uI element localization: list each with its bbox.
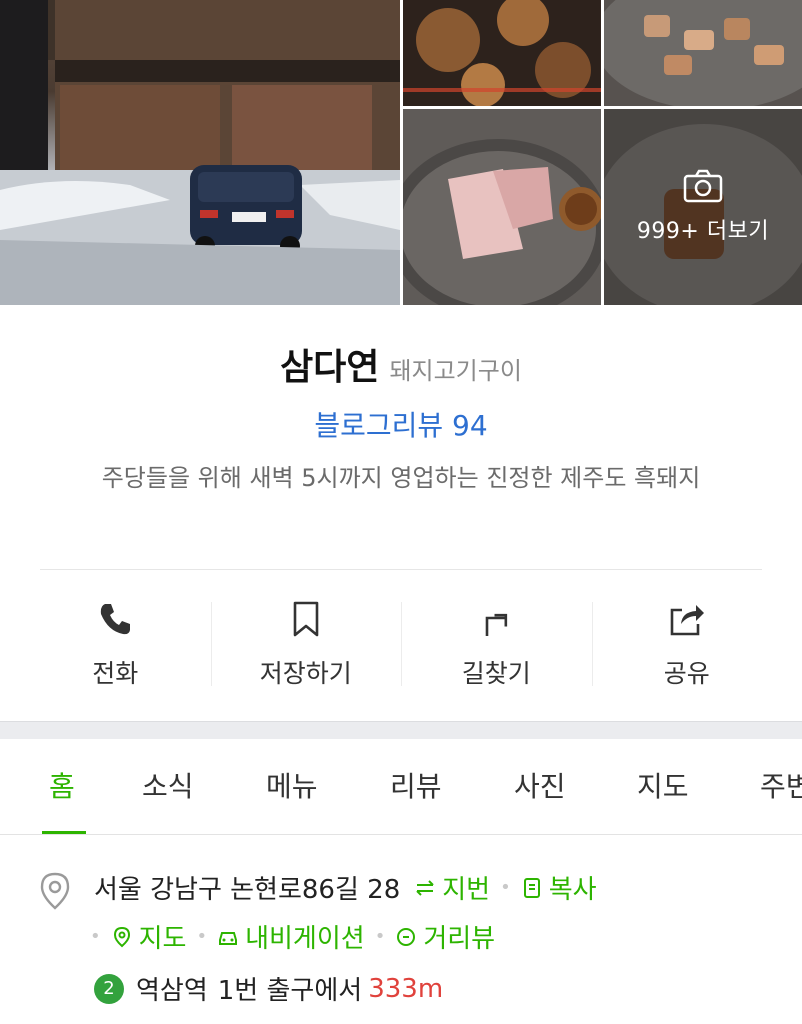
grilled-meat-photo[interactable] xyxy=(403,0,601,106)
call-button[interactable]: 전화 xyxy=(20,570,211,720)
jibun-toggle[interactable]: 지번 xyxy=(414,869,490,906)
swap-icon xyxy=(416,879,434,896)
subway-row: 2 역삼역 1번 출구에서 333m xyxy=(94,970,443,1007)
restaurant-exterior-photo[interactable] xyxy=(0,0,400,305)
more-photos-label: 999+ 더보기 xyxy=(636,219,770,244)
address-text: 서울 강남구 논현로86길 28 xyxy=(94,875,401,905)
directions-icon xyxy=(485,613,508,636)
separator-dot: • xyxy=(196,926,208,947)
car-icon xyxy=(219,931,238,945)
map-link[interactable]: 지도 xyxy=(111,918,187,955)
photo-gallery: 999+ 더보기 xyxy=(0,0,802,305)
navigation-label: 내비게이션 xyxy=(245,924,365,954)
subway-line-badge: 2 xyxy=(94,973,124,1004)
street-view-label: 거리뷰 xyxy=(423,924,496,954)
copy-icon xyxy=(523,877,540,898)
action-bar: 전화 저장하기 길찾기 공유 xyxy=(20,570,782,720)
copy-address-button[interactable]: 복사 xyxy=(521,869,597,906)
place-category: 돼지고기구이 xyxy=(389,357,522,385)
place-name: 삼다연 xyxy=(280,347,380,388)
separator-dot: • xyxy=(500,877,511,898)
street-view-icon xyxy=(397,927,416,946)
distance-value: 333m xyxy=(368,973,444,1004)
map-pin-icon xyxy=(113,926,130,947)
place-description: 주당들을 위해 새벽 5시까지 영업하는 진정한 제주도 흑돼지 xyxy=(101,464,701,492)
exit-text: 1번 출구에서 xyxy=(217,976,363,1006)
share-button[interactable]: 공유 xyxy=(591,570,783,720)
pork-on-grill-photo[interactable] xyxy=(604,0,802,106)
place-title-row: 삼다연 돼지고기구이 xyxy=(0,338,802,390)
phone-icon xyxy=(101,604,131,635)
jibun-label: 지번 xyxy=(442,875,491,905)
tab-map[interactable]: 지도 xyxy=(637,765,689,805)
section-gap xyxy=(0,721,802,739)
active-tab-indicator xyxy=(42,831,86,834)
directions-button[interactable]: 길찾기 xyxy=(401,570,592,720)
blog-review-link[interactable]: 블로그리뷰 94 xyxy=(0,404,802,444)
separator-dot: • xyxy=(90,926,101,947)
street-view-link[interactable]: 거리뷰 xyxy=(395,918,495,955)
share-label: 공유 xyxy=(663,659,710,688)
tab-photos[interactable]: 사진 xyxy=(514,765,566,805)
tab-news[interactable]: 소식 xyxy=(142,765,194,805)
navigation-link[interactable]: 내비게이션 xyxy=(217,918,365,955)
separator-dot: • xyxy=(374,926,386,947)
more-photos-overlay: 999+ 더보기 xyxy=(604,109,802,305)
tab-bar: 홈 소식 메뉴 리뷰 사진 지도 주변 xyxy=(0,739,802,835)
call-label: 전화 xyxy=(92,659,139,688)
address-row: 서울 강남구 논현로86길 28 지번 • 복사 xyxy=(94,869,597,906)
bookmark-icon xyxy=(293,601,319,637)
station-name: 역삼역 xyxy=(136,976,208,1006)
location-pin-icon xyxy=(40,872,70,910)
tab-nearby[interactable]: 주변 xyxy=(760,765,802,805)
address-links-row: • 지도 • 내비게이션 • 거리뷰 xyxy=(90,918,495,955)
directions-label: 길찾기 xyxy=(461,659,531,688)
map-link-label: 지도 xyxy=(138,924,187,954)
share-icon xyxy=(670,605,704,636)
place-info: 서울 강남구 논현로86길 28 지번 • 복사 • 지도 • 내비게이션 • … xyxy=(0,836,802,1024)
save-label: 저장하기 xyxy=(259,659,352,688)
tab-menu[interactable]: 메뉴 xyxy=(266,765,318,805)
tab-review[interactable]: 리뷰 xyxy=(390,765,442,805)
camera-icon xyxy=(683,169,723,203)
raw-pork-belly-photo[interactable] xyxy=(403,109,601,305)
copy-label: 복사 xyxy=(548,875,597,905)
tab-home[interactable]: 홈 xyxy=(49,765,75,805)
more-photos-tile[interactable]: 999+ 더보기 xyxy=(604,109,802,305)
save-button[interactable]: 저장하기 xyxy=(210,570,402,720)
